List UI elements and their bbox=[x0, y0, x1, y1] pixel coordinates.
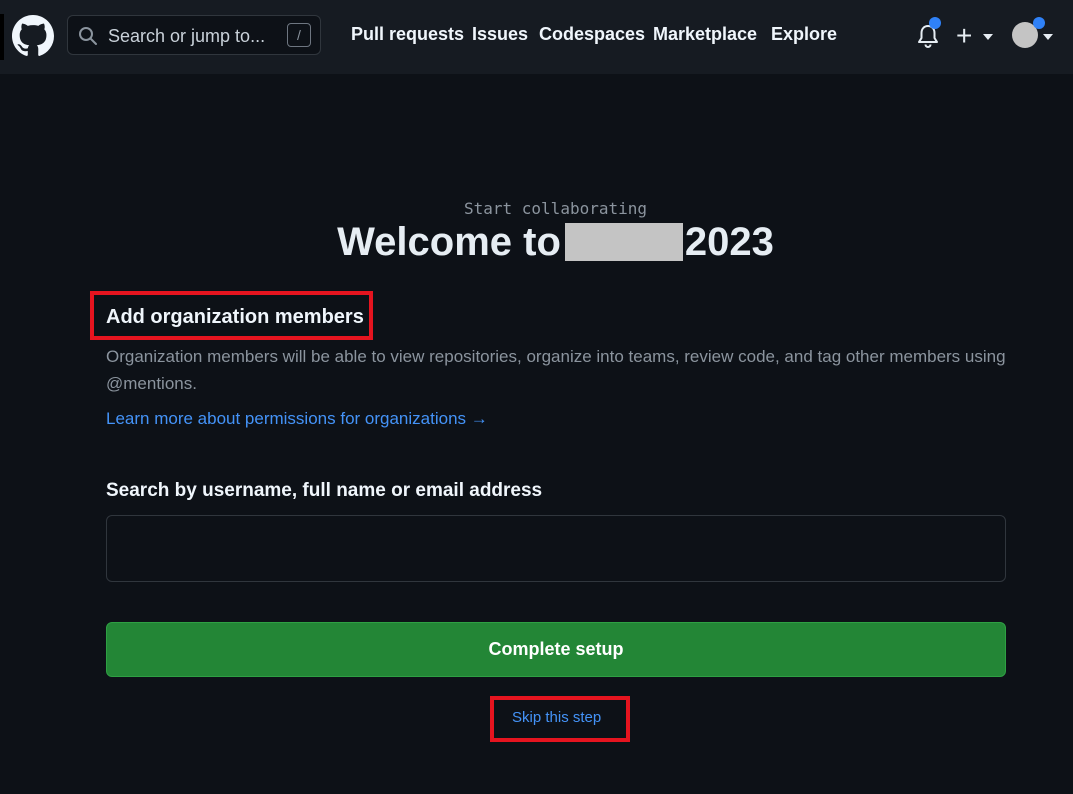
nav-codespaces[interactable]: Codespaces bbox=[539, 24, 645, 45]
title-suffix: 2023 bbox=[684, 220, 774, 264]
plus-icon: + bbox=[956, 20, 973, 51]
search-shortcut-key: / bbox=[287, 23, 311, 47]
section-description: Organization members will be able to vie… bbox=[106, 347, 1006, 393]
window-edge bbox=[0, 14, 4, 60]
avatar-status-dot bbox=[1033, 17, 1045, 29]
nav-explore[interactable]: Explore bbox=[771, 24, 837, 45]
search-icon bbox=[79, 27, 97, 45]
skip-step-link[interactable]: Skip this step bbox=[512, 709, 601, 726]
redacted-organization-name bbox=[564, 223, 683, 261]
caret-down-icon bbox=[1043, 34, 1053, 40]
section-title: Add organization members bbox=[106, 306, 364, 328]
page-eyebrow: Start collaborating bbox=[463, 199, 648, 218]
top-navigation-bar: Search or jump to... / Pull requests Iss… bbox=[0, 0, 1073, 74]
global-search-box[interactable]: Search or jump to... / bbox=[67, 15, 321, 55]
nav-marketplace[interactable]: Marketplace bbox=[653, 24, 757, 45]
complete-setup-button[interactable]: Complete setup bbox=[106, 622, 1006, 677]
page-title: Welcome to 2023 bbox=[0, 220, 1073, 265]
notification-indicator-dot bbox=[929, 17, 941, 29]
learn-more-permissions-link[interactable]: Learn more about permissions for organiz… bbox=[106, 409, 488, 429]
github-logo-icon[interactable] bbox=[12, 15, 54, 57]
caret-down-icon bbox=[983, 34, 993, 40]
nav-pull-requests[interactable]: Pull requests bbox=[351, 24, 464, 45]
title-prefix: Welcome to bbox=[337, 220, 561, 264]
search-placeholder: Search or jump to... bbox=[108, 26, 266, 46]
member-search-label: Search by username, full name or email a… bbox=[106, 480, 543, 501]
member-search-input[interactable] bbox=[106, 515, 1006, 582]
nav-issues[interactable]: Issues bbox=[472, 24, 528, 45]
